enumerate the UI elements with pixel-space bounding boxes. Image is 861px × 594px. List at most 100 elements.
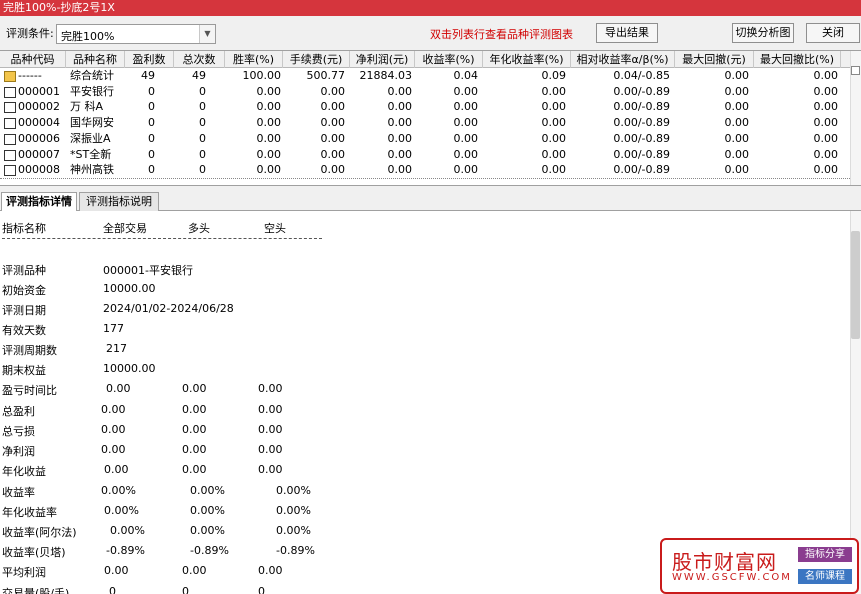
metric-label: 收益率(贝塔): [2, 546, 66, 559]
column-header[interactable]: 手续费(元): [283, 51, 350, 68]
table-cell-ret: 0.00: [453, 163, 479, 177]
table-cell-total: 0: [199, 147, 206, 161]
metric-label: 初始资金: [2, 284, 46, 297]
metric-label: 年化收益: [2, 465, 46, 478]
table-cell-ddr: 0.00: [813, 147, 839, 161]
metric-label: 总盈利: [2, 405, 35, 418]
metric-value-all: 2024/01/02-2024/06/28: [103, 302, 234, 315]
metric-value-short: 0.00: [258, 423, 283, 436]
metric-label: 评测日期: [2, 304, 46, 317]
table-cell-name: 神州高铁: [70, 163, 114, 177]
table-cell-name: 万 科A: [70, 100, 104, 114]
table-row[interactable]: 000001 平安银行 0 0 0.00 0.00 0.00 0.00 0.00 0.00/-0.…: [0, 84, 850, 100]
summary-folder-icon: [4, 71, 16, 82]
table-cell-profit: 0.00: [387, 100, 413, 114]
metric-value-all: 0.00: [101, 403, 126, 416]
column-header[interactable]: 年化收益率(%): [483, 51, 571, 68]
metric-value-all: 10000.00: [103, 282, 156, 295]
column-header[interactable]: 相对收益率α/β(%): [571, 51, 675, 68]
table-cell-annual: 0.00: [541, 147, 567, 161]
results-table: 品种代码 品种名称 盈利数 总次数 胜率(%) 手续费(元) 净利润(元) 收益率(%) 年化收…: [0, 50, 861, 186]
table-cell-name: 综合统计: [70, 69, 114, 82]
metric-value-short: 0.00%: [276, 504, 311, 517]
detail-scrollbar[interactable]: [850, 211, 861, 594]
detail-tabs: 评测指标详情 评测指标说明: [0, 192, 861, 212]
metric-value-short: 0.00: [258, 443, 283, 456]
table-cell-code: 000008: [18, 163, 60, 177]
header-all-trades: 全部交易: [103, 222, 147, 235]
table-cell-profit: 0.00: [387, 163, 413, 177]
table-header: 品种代码 品种名称 盈利数 总次数 胜率(%) 手续费(元) 净利润(元) 收益率(%) 年化收…: [0, 51, 850, 68]
table-body: ------ 综合统计 49 49 100.00 500.77 21884.03 0.04 0.…: [0, 68, 850, 185]
condition-select[interactable]: 完胜100% ▼: [56, 24, 216, 44]
table-scrollbar[interactable]: [850, 51, 861, 185]
close-button[interactable]: 关闭: [806, 23, 860, 43]
scroll-thumb[interactable]: [851, 66, 860, 75]
metric-value-long: 0.00: [182, 463, 207, 476]
table-cell-profit: 0.00: [387, 116, 413, 130]
metric-value-short: -0.89%: [276, 544, 315, 557]
metric-label: 盈亏时间比: [2, 384, 57, 397]
metric-value-long: 0: [182, 585, 189, 594]
hint-text: 双击列表行查看品种评测图表: [430, 28, 573, 41]
scroll-thumb[interactable]: [851, 231, 860, 339]
table-cell-dd: 0.00: [724, 100, 750, 114]
table-cell-profit: 0.00: [387, 147, 413, 161]
metric-value-long: 0.00%: [190, 484, 225, 497]
table-cell-annual: 0.00: [541, 131, 567, 145]
table-cell-win: 0: [148, 147, 155, 161]
column-header[interactable]: 胜率(%): [225, 51, 283, 68]
table-cell-rate: 0.00: [256, 100, 282, 114]
table-cell-win: 49: [141, 69, 155, 82]
table-cell-fee: 0.00: [320, 163, 346, 177]
column-header[interactable]: 最大回撤比(%): [754, 51, 841, 68]
table-cell-dd: 0.00: [724, 84, 750, 98]
table-row[interactable]: 000002 万 科A 0 0 0.00 0.00 0.00 0.00 0.00 0.00/-0.…: [0, 99, 850, 115]
metric-value-long: 0.00%: [190, 504, 225, 517]
metric-value-all: -0.89%: [106, 544, 145, 557]
tab-metric-details[interactable]: 评测指标详情: [1, 192, 77, 212]
column-header[interactable]: 最大回撤(元): [675, 51, 754, 68]
table-cell-code: ------: [18, 69, 42, 82]
metric-value-long: 0.00: [182, 443, 207, 456]
table-cell-total: 0: [199, 84, 206, 98]
metric-value-short: 0.00%: [276, 484, 311, 497]
switch-chart-button[interactable]: 切换分析图: [732, 23, 794, 43]
metric-label: 收益率: [2, 486, 35, 499]
table-cell-dd: 0.00: [724, 131, 750, 145]
metric-label: 总亏损: [2, 425, 35, 438]
column-header[interactable]: 收益率(%): [415, 51, 483, 68]
table-cell-ret: 0.04: [453, 69, 479, 82]
column-header[interactable]: 净利润(元): [350, 51, 415, 68]
column-header[interactable]: 总次数: [174, 51, 225, 68]
metric-value-short: 0.00: [258, 403, 283, 416]
table-cell-total: 0: [199, 131, 206, 145]
stock-icon: [4, 86, 16, 98]
table-cell-total: 0: [199, 100, 206, 114]
table-cell-ddr: 0.00: [813, 84, 839, 98]
column-header[interactable]: 盈利数: [125, 51, 174, 68]
table-row[interactable]: 000004 国华网安 0 0 0.00 0.00 0.00 0.00 0.00 0.00/-0.…: [0, 115, 850, 131]
table-row[interactable]: 000008 神州高铁 0 0 0.00 0.00 0.00 0.00 0.00 0.00/-0.…: [0, 162, 850, 178]
table-row[interactable]: ------ 综合统计 49 49 100.00 500.77 21884.03 0.04 0.…: [0, 68, 850, 84]
table-cell-ab: 0.04/-0.85: [613, 69, 670, 82]
table-cell-ret: 0.00: [453, 147, 479, 161]
export-button[interactable]: 导出结果: [596, 23, 658, 43]
metric-value-long: 0.00: [182, 564, 207, 577]
table-cell-dd: 0.00: [724, 116, 750, 130]
chevron-down-icon[interactable]: ▼: [199, 25, 215, 43]
metric-value-all: 0.00: [104, 463, 129, 476]
column-header[interactable]: 品种代码: [0, 51, 66, 68]
column-header[interactable]: 品种名称: [66, 51, 125, 68]
tab-metric-description[interactable]: 评测指标说明: [79, 192, 159, 211]
stock-icon: [4, 133, 16, 145]
logo-tag-courses: 名师课程: [798, 569, 852, 584]
metric-value-all: 0.00%: [101, 484, 136, 497]
table-row[interactable]: 000007 *ST全新 0 0 0.00 0.00 0.00 0.00 0.00 0.00/-0…: [0, 147, 850, 163]
table-cell-rate: 0.00: [256, 116, 282, 130]
table-row[interactable]: 000006 深振业A 0 0 0.00 0.00 0.00 0.00 0.00 0.00/-0.…: [0, 131, 850, 147]
metric-label: 评测品种: [2, 264, 46, 277]
watermark-logo: 股市财富网 WWW.GSCFW.COM 指标分享 名师课程: [660, 538, 859, 594]
header-metric-name: 指标名称: [2, 222, 46, 235]
metric-value-all: 177: [103, 322, 124, 335]
